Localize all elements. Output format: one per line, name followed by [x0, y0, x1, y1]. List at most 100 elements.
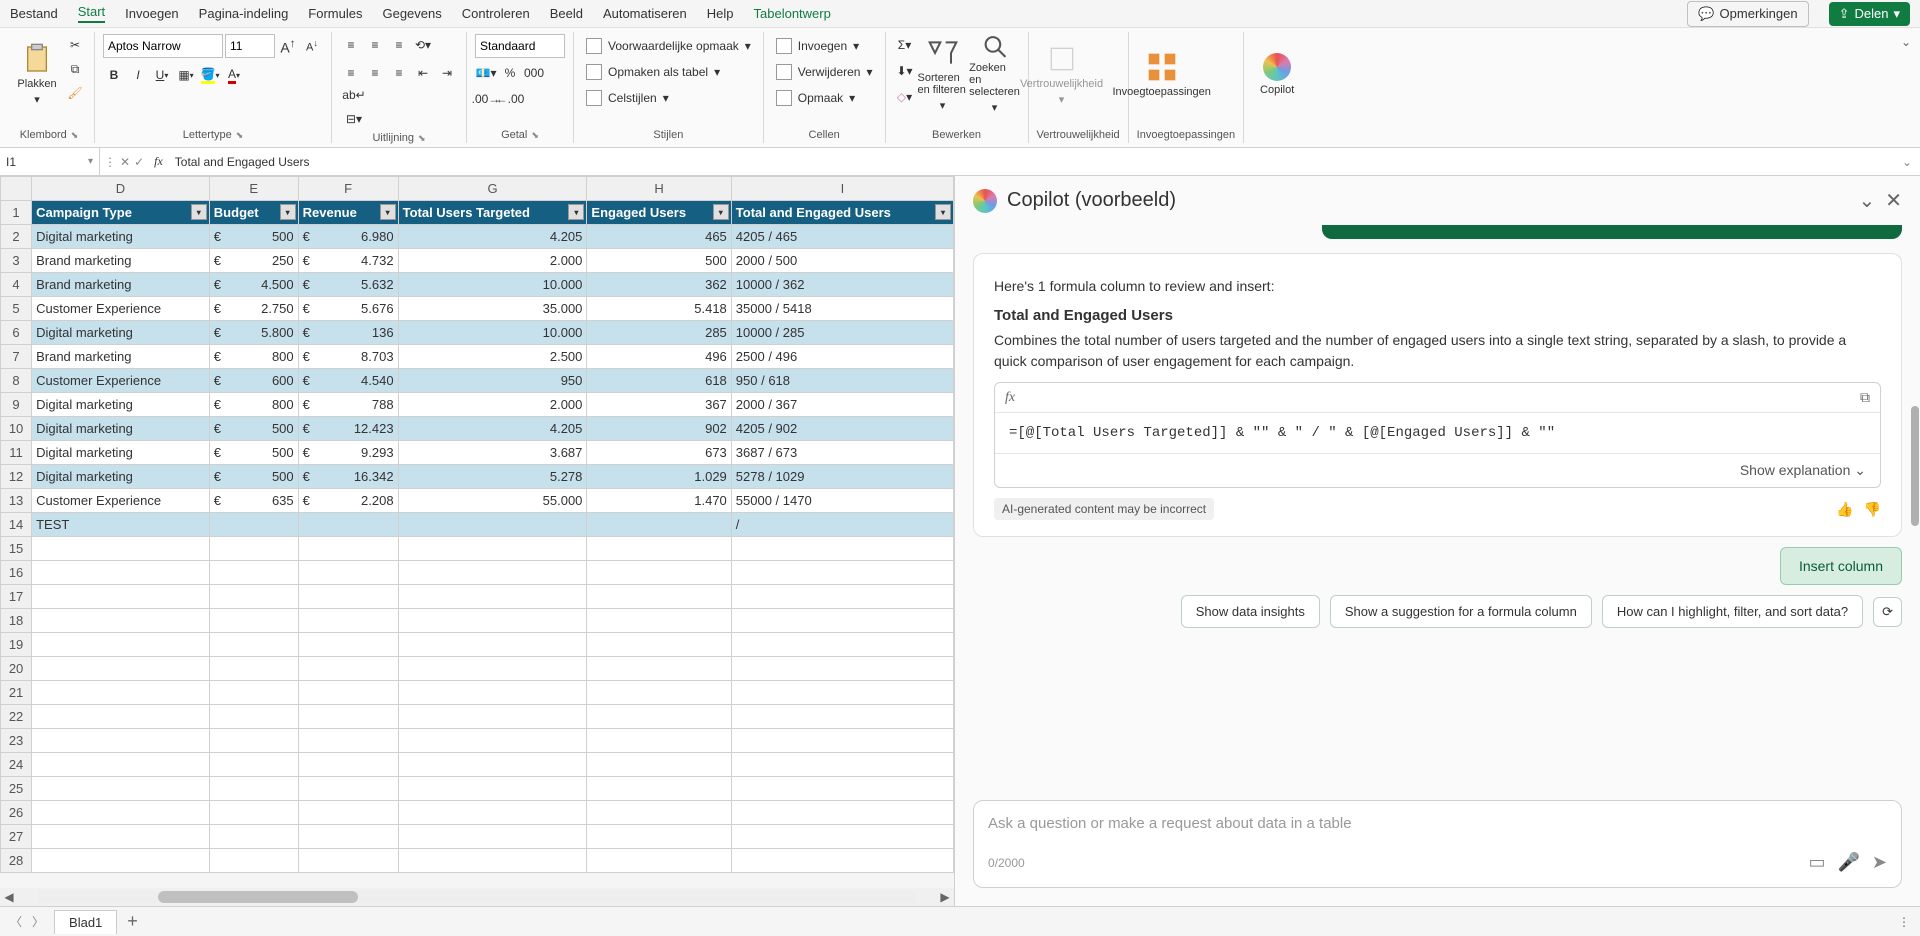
cell[interactable]: Brand marketing: [32, 345, 210, 369]
find-select-button[interactable]: Zoeken en selecteren▾: [970, 34, 1020, 114]
thousands-button[interactable]: 000: [523, 62, 545, 84]
cell[interactable]: [398, 801, 587, 825]
filter-dropdown-icon[interactable]: ▾: [280, 204, 296, 220]
cell[interactable]: 950: [398, 369, 587, 393]
cell[interactable]: [209, 513, 298, 537]
col-header[interactable]: D: [32, 177, 210, 201]
thumbs-up-icon[interactable]: 👍: [1836, 501, 1853, 518]
row-header[interactable]: 4: [1, 273, 32, 297]
cell[interactable]: [398, 825, 587, 849]
row-header[interactable]: 24: [1, 753, 32, 777]
table-header-cell[interactable]: Total Users Targeted▾: [398, 201, 587, 225]
cell[interactable]: 5278 / 1029: [731, 465, 953, 489]
book-icon[interactable]: ▭: [1808, 852, 1825, 873]
cell[interactable]: €635: [209, 489, 298, 513]
row-header[interactable]: 2: [1, 225, 32, 249]
borders-button[interactable]: ▦▾: [175, 64, 197, 86]
cell[interactable]: [587, 849, 731, 873]
dialog-launcher-icon[interactable]: ⬊: [236, 130, 244, 141]
cell[interactable]: 2500 / 496: [731, 345, 953, 369]
cell[interactable]: [587, 561, 731, 585]
sensitivity-button[interactable]: Vertrouwelijkheid▾: [1037, 34, 1087, 114]
cell[interactable]: [298, 849, 398, 873]
cell[interactable]: Digital marketing: [32, 321, 210, 345]
cell[interactable]: [209, 729, 298, 753]
menu-help[interactable]: Help: [707, 6, 734, 21]
copilot-scrollbar[interactable]: [1911, 406, 1919, 526]
cell[interactable]: 2000 / 500: [731, 249, 953, 273]
share-button[interactable]: ⇪ Delen ▾: [1829, 2, 1910, 26]
cell[interactable]: [398, 585, 587, 609]
cell[interactable]: [398, 513, 587, 537]
col-header[interactable]: E: [209, 177, 298, 201]
cell[interactable]: [587, 753, 731, 777]
cell[interactable]: [209, 801, 298, 825]
cell[interactable]: 35000 / 5418: [731, 297, 953, 321]
cell[interactable]: €136: [298, 321, 398, 345]
cell[interactable]: 10.000: [398, 273, 587, 297]
cell[interactable]: [32, 657, 210, 681]
cell[interactable]: [398, 729, 587, 753]
cell[interactable]: €5.632: [298, 273, 398, 297]
decrease-decimal-button[interactable]: ←.00: [499, 88, 521, 110]
send-icon[interactable]: ➤: [1872, 852, 1887, 873]
cell[interactable]: [398, 705, 587, 729]
cell[interactable]: [731, 801, 953, 825]
font-name-select[interactable]: [103, 34, 223, 58]
cell[interactable]: [587, 609, 731, 633]
cell[interactable]: [32, 801, 210, 825]
cell[interactable]: €600: [209, 369, 298, 393]
prev-sheet-icon[interactable]: 〈: [10, 913, 22, 930]
row-header[interactable]: 14: [1, 513, 32, 537]
cell[interactable]: €800: [209, 345, 298, 369]
menu-formules[interactable]: Formules: [308, 6, 362, 21]
cell[interactable]: 673: [587, 441, 731, 465]
menu-tabelontwerp[interactable]: Tabelontwerp: [754, 6, 831, 21]
align-bottom-button[interactable]: ≡: [388, 34, 410, 56]
increase-indent-button[interactable]: ⇥: [436, 62, 458, 84]
cell[interactable]: [298, 537, 398, 561]
cell[interactable]: [398, 849, 587, 873]
cell[interactable]: [32, 777, 210, 801]
paste-button[interactable]: Plakken ▾: [12, 34, 62, 114]
cell[interactable]: [587, 633, 731, 657]
cell[interactable]: Digital marketing: [32, 465, 210, 489]
orientation-button[interactable]: ⟲▾: [412, 34, 434, 56]
cell[interactable]: 4.205: [398, 417, 587, 441]
cell[interactable]: [209, 705, 298, 729]
cell[interactable]: €800: [209, 393, 298, 417]
cell[interactable]: €4.540: [298, 369, 398, 393]
cell[interactable]: [209, 657, 298, 681]
cell[interactable]: [398, 657, 587, 681]
cell[interactable]: Customer Experience: [32, 489, 210, 513]
accept-formula-icon[interactable]: ✓: [134, 155, 144, 169]
cell[interactable]: [731, 633, 953, 657]
row-header[interactable]: 19: [1, 633, 32, 657]
cell[interactable]: [32, 681, 210, 705]
font-color-button[interactable]: A▾: [223, 64, 245, 86]
cell[interactable]: 4.205: [398, 225, 587, 249]
table-header-cell[interactable]: Engaged Users▾: [587, 201, 731, 225]
cell[interactable]: [398, 633, 587, 657]
cell[interactable]: [32, 729, 210, 753]
menu-start[interactable]: Start: [78, 4, 105, 23]
suggestion-chip[interactable]: Show a suggestion for a formula column: [1330, 595, 1592, 628]
italic-button[interactable]: I: [127, 64, 149, 86]
cell[interactable]: [398, 777, 587, 801]
cell[interactable]: [32, 825, 210, 849]
cell[interactable]: 55000 / 1470: [731, 489, 953, 513]
row-header[interactable]: 8: [1, 369, 32, 393]
format-as-table-button[interactable]: Opmaken als tabel▾: [582, 60, 724, 84]
menu-pagina[interactable]: Pagina-indeling: [199, 6, 289, 21]
cell[interactable]: [731, 585, 953, 609]
scroll-right-icon[interactable]: ▶: [936, 890, 954, 904]
cell[interactable]: [587, 513, 731, 537]
row-header[interactable]: 15: [1, 537, 32, 561]
row-header[interactable]: 25: [1, 777, 32, 801]
format-cells-button[interactable]: Opmaak▾: [772, 86, 859, 110]
cell[interactable]: [731, 681, 953, 705]
copy-formula-icon[interactable]: ⧉: [1860, 389, 1870, 406]
wrap-text-button[interactable]: ab↵: [340, 84, 368, 106]
cell[interactable]: [587, 657, 731, 681]
cell[interactable]: [298, 777, 398, 801]
